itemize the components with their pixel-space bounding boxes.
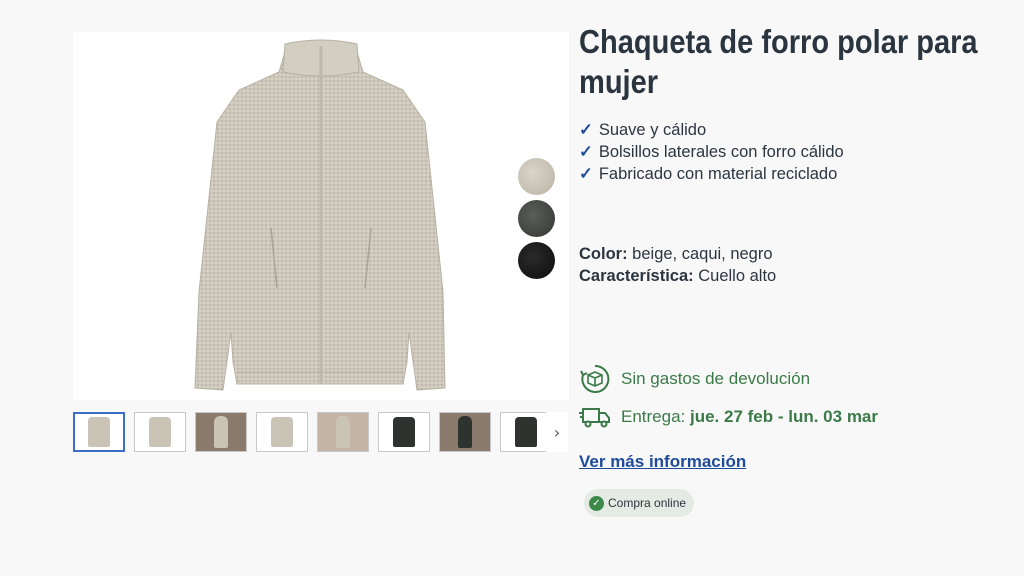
- check-circle-icon: ✓: [589, 495, 604, 511]
- color-value: beige, caqui, negro: [632, 245, 773, 263]
- return-box-icon: [580, 364, 610, 393]
- chevron-right-icon: ›: [553, 422, 561, 442]
- thumbnail-image: [214, 416, 228, 448]
- feature-label: Característica:: [579, 267, 694, 285]
- free-returns-info: Sin gastos de devolución: [579, 363, 810, 395]
- color-swatches: [518, 158, 555, 279]
- thumbnail-5[interactable]: [317, 412, 369, 452]
- thumbnail-strip: [73, 412, 569, 452]
- swatch-black[interactable]: [518, 242, 555, 279]
- thumbnail-3[interactable]: [195, 412, 247, 452]
- thumbnail-image: [393, 417, 415, 447]
- feature-attribute: Característica: Cuello alto: [579, 265, 776, 287]
- delivery-dates: jue. 27 feb - lun. 03 mar: [690, 407, 879, 426]
- feature-text: Suave y cálido: [598, 121, 707, 139]
- color-label: Color:: [579, 245, 628, 263]
- thumbnail-8[interactable]: [500, 412, 552, 452]
- color-attribute: Color: beige, caqui, negro: [579, 243, 776, 265]
- feature-text: Fabricado con material reciclado: [598, 165, 838, 183]
- more-info-link[interactable]: Ver más información: [579, 452, 746, 472]
- thumbnail-2[interactable]: [134, 412, 186, 452]
- product-attributes: Color: beige, caqui, negro Característic…: [579, 243, 776, 287]
- thumbnail-image: [149, 417, 171, 447]
- swatch-khaki[interactable]: [518, 200, 555, 237]
- online-purchase-badge: ✓ Compra online: [584, 489, 695, 517]
- thumbnail-6[interactable]: [378, 412, 430, 452]
- jacket-image: [194, 39, 446, 391]
- badge-label: Compra online: [608, 496, 687, 510]
- thumbnail-next-button[interactable]: ›: [546, 412, 568, 452]
- thumbnail-image: [336, 416, 350, 448]
- product-title: Chaqueta de forro polar para mujer: [579, 23, 978, 100]
- returns-text: Sin gastos de devolución: [621, 369, 811, 388]
- feature-list: ✓ Suave y cálido ✓ Bolsillos laterales con…: [579, 119, 844, 185]
- feature-value: Cuello alto: [698, 267, 777, 285]
- truck-icon: [579, 408, 610, 428]
- thumbnail-image: [271, 417, 293, 447]
- check-icon: ✓: [579, 121, 593, 139]
- feature-text: Bolsillos laterales con forro cálido: [598, 143, 844, 161]
- thumbnail-1[interactable]: [73, 412, 125, 452]
- thumbnail-4[interactable]: [256, 412, 308, 452]
- feature-item: ✓ Fabricado con material reciclado: [579, 163, 844, 185]
- delivery-label: Entrega:: [621, 407, 686, 426]
- product-main-image[interactable]: [73, 32, 569, 400]
- thumbnail-image: [515, 417, 537, 447]
- thumbnail-image: [88, 417, 110, 447]
- swatch-beige[interactable]: [518, 158, 555, 195]
- check-icon: ✓: [579, 165, 593, 183]
- thumbnail-image: [458, 416, 472, 448]
- feature-item: ✓ Suave y cálido: [579, 119, 844, 141]
- thumbnail-7[interactable]: [439, 412, 491, 452]
- feature-item: ✓ Bolsillos laterales con forro cálido: [579, 141, 844, 163]
- check-icon: ✓: [579, 143, 593, 161]
- delivery-info: Entrega: jue. 27 feb - lun. 03 mar: [579, 403, 878, 431]
